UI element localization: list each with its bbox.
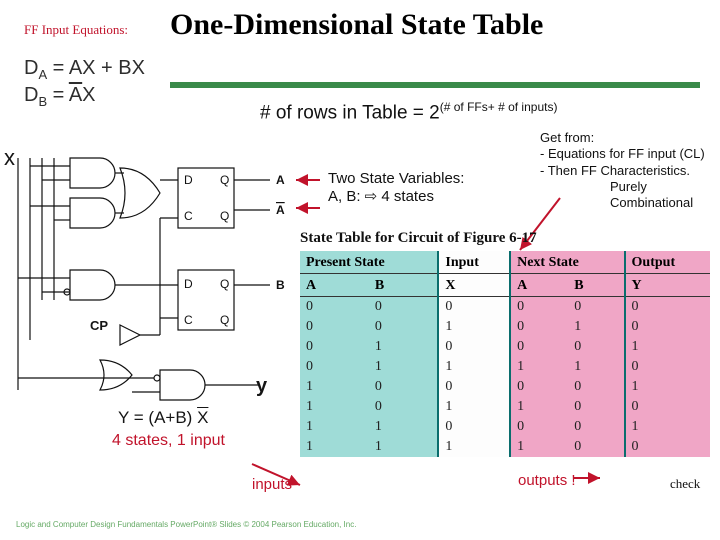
state-table: State Table for Circuit of Figure 6-17 P…	[300, 230, 710, 457]
table-row: 110001	[300, 417, 710, 437]
col-output: Output	[625, 251, 710, 274]
table-row: 100001	[300, 377, 710, 397]
table-row: 010001	[300, 337, 710, 357]
col-present-state: Present State	[300, 251, 438, 274]
col-next-state: Next State	[510, 251, 624, 274]
state-table-grid: Present State Input Next State Output A …	[300, 251, 710, 457]
table-row: 101100	[300, 397, 710, 417]
copyright-footer: Logic and Computer Design Fundamentals P…	[16, 521, 356, 530]
col-input: Input	[438, 251, 510, 274]
table-row: 111100	[300, 437, 710, 457]
table-row: 011110	[300, 357, 710, 377]
table-row: 001010	[300, 317, 710, 337]
state-table-title: State Table for Circuit of Figure 6-17	[300, 230, 710, 247]
table-row: 000000	[300, 297, 710, 318]
